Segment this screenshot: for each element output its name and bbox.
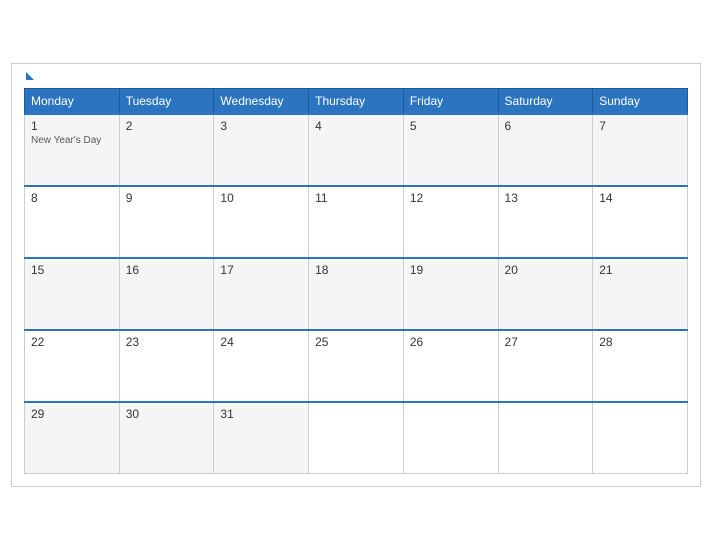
day-number: 10	[220, 191, 302, 205]
week-row-5: 29 30 31	[25, 402, 688, 474]
day-number: 8	[31, 191, 113, 205]
calendar-cell: 18	[309, 258, 404, 330]
week-row-4: 22 23 24 25 26 27 28	[25, 330, 688, 402]
calendar-cell: 25	[309, 330, 404, 402]
calendar-cell: 6	[498, 114, 593, 186]
calendar-cell: 11	[309, 186, 404, 258]
day-number: 31	[220, 407, 302, 421]
day-number: 13	[505, 191, 587, 205]
day-number: 23	[126, 335, 208, 349]
week-row-1: 1 New Year's Day 234567	[25, 114, 688, 186]
calendar-cell: 13	[498, 186, 593, 258]
day-number: 26	[410, 335, 492, 349]
day-number: 25	[315, 335, 397, 349]
calendar-cell: 8	[25, 186, 120, 258]
calendar-cell	[309, 402, 404, 474]
weekday-header-row: MondayTuesdayWednesdayThursdayFridaySatu…	[25, 88, 688, 114]
day-number: 15	[31, 263, 113, 277]
calendar-cell: 21	[593, 258, 688, 330]
day-number: 24	[220, 335, 302, 349]
day-number: 16	[126, 263, 208, 277]
day-number: 2	[126, 119, 208, 133]
calendar-cell: 23	[119, 330, 214, 402]
calendar-cell: 9	[119, 186, 214, 258]
logo-blue-bar	[24, 74, 34, 80]
weekday-header-monday: Monday	[25, 88, 120, 114]
calendar-cell: 19	[403, 258, 498, 330]
logo-area	[24, 74, 34, 80]
calendar-cell: 1 New Year's Day	[25, 114, 120, 186]
calendar-cell: 7	[593, 114, 688, 186]
calendar-cell: 22	[25, 330, 120, 402]
calendar-body: 1New Year's Day2345678910111213141516171…	[25, 114, 688, 474]
logo-triangle-icon	[26, 72, 34, 80]
day-number: 11	[315, 191, 397, 205]
day-number: 4	[315, 119, 397, 133]
calendar-cell	[593, 402, 688, 474]
day-number: 27	[505, 335, 587, 349]
calendar-cell: 28	[593, 330, 688, 402]
day-number: 5	[410, 119, 492, 133]
calendar-cell: 2	[119, 114, 214, 186]
day-number: 3	[220, 119, 302, 133]
day-number: 29	[31, 407, 113, 421]
day-number: 17	[220, 263, 302, 277]
calendar-cell	[403, 402, 498, 474]
day-number: 19	[410, 263, 492, 277]
week-row-3: 15 16 17 18 19 20 21	[25, 258, 688, 330]
day-number: 1	[31, 119, 113, 133]
calendar-cell: 14	[593, 186, 688, 258]
day-number: 18	[315, 263, 397, 277]
calendar-grid: MondayTuesdayWednesdayThursdayFridaySatu…	[24, 88, 688, 475]
day-number: 22	[31, 335, 113, 349]
calendar-container: MondayTuesdayWednesdayThursdayFridaySatu…	[11, 63, 701, 488]
calendar-cell: 30	[119, 402, 214, 474]
calendar-cell: 10	[214, 186, 309, 258]
calendar-cell	[498, 402, 593, 474]
day-number: 7	[599, 119, 681, 133]
calendar-cell: 31	[214, 402, 309, 474]
day-number: 30	[126, 407, 208, 421]
weekday-header-thursday: Thursday	[309, 88, 404, 114]
calendar-cell: 17	[214, 258, 309, 330]
day-number: 6	[505, 119, 587, 133]
calendar-cell: 12	[403, 186, 498, 258]
week-row-2: 89 10 11 12 13 14	[25, 186, 688, 258]
weekday-header-tuesday: Tuesday	[119, 88, 214, 114]
weekday-header-sunday: Sunday	[593, 88, 688, 114]
calendar-cell: 24	[214, 330, 309, 402]
weekday-header-wednesday: Wednesday	[214, 88, 309, 114]
calendar-cell: 20	[498, 258, 593, 330]
calendar-cell: 16	[119, 258, 214, 330]
holiday-label: New Year's Day	[31, 135, 113, 146]
calendar-cell: 4	[309, 114, 404, 186]
day-number: 12	[410, 191, 492, 205]
calendar-header	[24, 74, 688, 80]
calendar-cell: 29	[25, 402, 120, 474]
weekday-header-friday: Friday	[403, 88, 498, 114]
calendar-cell: 27	[498, 330, 593, 402]
day-number: 14	[599, 191, 681, 205]
weekday-header-saturday: Saturday	[498, 88, 593, 114]
day-number: 9	[126, 191, 208, 205]
calendar-cell: 26	[403, 330, 498, 402]
calendar-cell: 3	[214, 114, 309, 186]
day-number: 28	[599, 335, 681, 349]
calendar-cell: 15	[25, 258, 120, 330]
day-number: 20	[505, 263, 587, 277]
calendar-cell: 5	[403, 114, 498, 186]
day-number: 21	[599, 263, 681, 277]
